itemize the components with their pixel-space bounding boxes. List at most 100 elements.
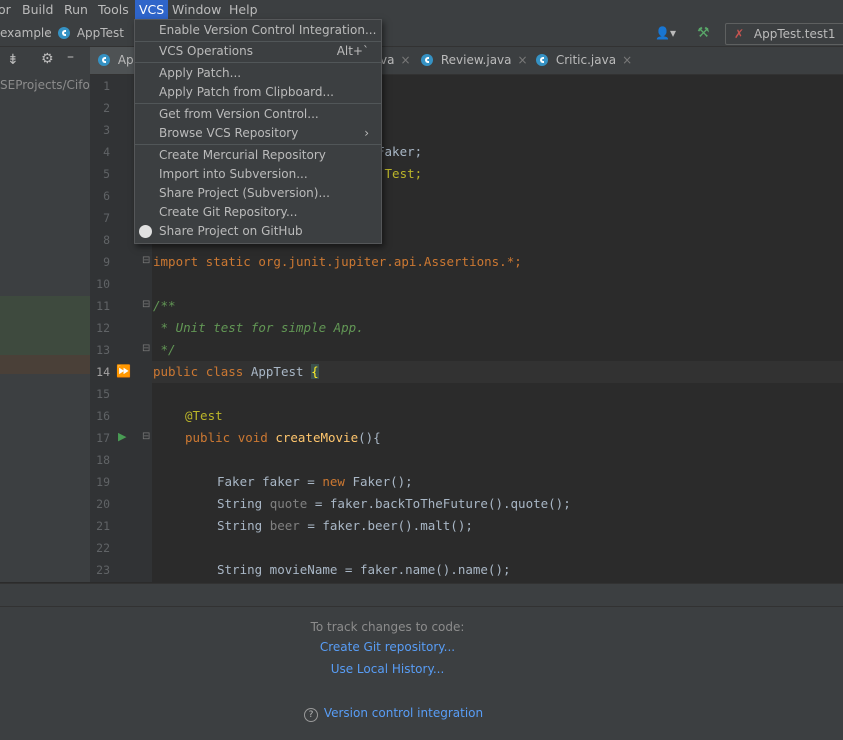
menu-item-create-git[interactable]: Create Git Repository... (135, 203, 381, 222)
java-class-icon (421, 54, 433, 66)
menu-item-share-github[interactable]: Share Project on GitHub (135, 222, 381, 241)
menu-item-enable-vcs[interactable]: Enable Version Control Integration... (135, 21, 381, 40)
code-line-12: * Unit test for simple App. (153, 320, 364, 335)
menu-item-shortcut: Alt+` (336, 44, 369, 58)
run-configuration-label: AppTest.test1 (753, 27, 836, 41)
menu-separator (135, 144, 381, 145)
menu-item-browse-vcs[interactable]: Browse VCS Repository › (135, 124, 381, 143)
fold-icon[interactable]: ⊟ (142, 343, 150, 354)
close-icon[interactable]: × (622, 53, 632, 67)
tab-review[interactable]: Review.java × (421, 47, 528, 74)
line-number: 10 (96, 277, 110, 291)
tree-row-highlight (0, 355, 90, 374)
menu-run[interactable]: Run (60, 0, 92, 20)
menu-item-share-subversion[interactable]: Share Project (Subversion)... (135, 184, 381, 203)
version-control-panel: To track changes to code: Create Git rep… (0, 583, 843, 740)
line-number: 8 (103, 233, 110, 247)
menu-window[interactable]: Window (168, 0, 225, 20)
menu-item-label: Get from Version Control... (159, 107, 319, 121)
breadcrumb-project[interactable]: example (0, 20, 52, 46)
keyword: void (237, 430, 268, 445)
menu-item-label: Create Mercurial Repository (159, 148, 326, 162)
build-hammer-icon[interactable]: ⚒ (697, 20, 710, 46)
line-number: 12 (96, 321, 110, 335)
project-panel: ⇟ ⚙ – SEProjects/Cifo... (0, 47, 90, 582)
menu-build[interactable]: Build (18, 0, 57, 20)
line-number: 15 (96, 387, 110, 401)
fold-icon[interactable]: ⊟ (142, 255, 150, 266)
project-path[interactable]: SEProjects/Cifo... (0, 78, 90, 92)
line-number: 20 (96, 497, 110, 511)
line-number: 7 (103, 211, 110, 225)
run-class-icon[interactable]: ⏩ (116, 364, 131, 378)
submenu-arrow-icon: › (364, 126, 369, 140)
brace: { (311, 364, 319, 379)
menu-item-apply-patch-clipboard[interactable]: Apply Patch from Clipboard... (135, 83, 381, 102)
user-icon[interactable]: 👤▾ (655, 20, 676, 46)
line-number: 5 (103, 167, 110, 181)
collapse-all-icon[interactable]: ⇟ (7, 52, 19, 68)
menu-item-label: Share Project (Subversion)... (159, 186, 330, 200)
menu-item-create-mercurial[interactable]: Create Mercurial Repository (135, 146, 381, 165)
code-text: Faker(); (344, 474, 413, 489)
version-control-integration-link[interactable]: Version control integration (324, 706, 483, 720)
code-import-line: import static org.junit.jupiter.api.Asse… (153, 254, 522, 269)
unused-variable: quote (269, 496, 308, 511)
menu-item-vcs-operations[interactable]: VCS Operations Alt+` (135, 42, 381, 61)
menu-item-label: VCS Operations (159, 44, 253, 58)
line-number: 3 (103, 123, 110, 137)
tab-hidden-java[interactable]: va × (380, 47, 411, 74)
line-number: 18 (96, 453, 110, 467)
unused-variable: beer (269, 518, 300, 533)
use-local-history-link[interactable]: Use Local History... (0, 662, 775, 676)
run-configuration-select[interactable]: ✗ AppTest.test1 (725, 23, 843, 45)
code-line-11: /** (153, 298, 176, 313)
menu-item-get-from-vcs[interactable]: Get from Version Control... (135, 105, 381, 124)
code-line-4: Faker; (377, 144, 423, 159)
line-number: 17 (96, 431, 110, 445)
java-class-icon (536, 54, 548, 66)
code-line-17: public void createMovie(){ (185, 427, 381, 449)
fold-icon[interactable]: ⊟ (142, 431, 150, 442)
tab-critic[interactable]: Critic.java × (536, 47, 632, 74)
menu-tools[interactable]: Tools (94, 0, 133, 20)
fold-icon[interactable]: ⊟ (142, 299, 150, 310)
code-text: Faker faker = (217, 474, 323, 489)
code-text: String (217, 496, 270, 511)
line-number: 23 (96, 563, 110, 577)
panel-header (0, 584, 843, 607)
line-number: 22 (96, 541, 110, 555)
menu-code[interactable]: or (0, 0, 15, 20)
create-git-repository-link[interactable]: Create Git repository... (0, 640, 775, 654)
vcs-help[interactable]: ? Version control integration (304, 706, 483, 722)
close-icon[interactable]: × (518, 53, 528, 67)
menu-item-import-subversion[interactable]: Import into Subversion... (135, 165, 381, 184)
line-number: 9 (103, 255, 110, 269)
menu-vcs[interactable]: VCS (135, 0, 169, 20)
gear-icon[interactable]: ⚙ (41, 51, 54, 67)
code-text: = faker.beer().malt(); (299, 518, 473, 533)
menu-item-label: Enable Version Control Integration... (159, 23, 377, 37)
hide-panel-icon[interactable]: – (67, 49, 74, 65)
class-name: AppTest (250, 364, 304, 379)
breadcrumb-separator-icon: › (46, 26, 51, 40)
line-number: 4 (103, 145, 110, 159)
run-test-icon[interactable]: ▶ (118, 430, 126, 443)
java-class-icon (58, 27, 70, 39)
line-number: 1 (103, 79, 110, 93)
punctuation: (){ (358, 430, 381, 445)
keyword: public (185, 430, 231, 445)
menu-item-label: Apply Patch... (159, 66, 242, 80)
code-line-19: Faker faker = new Faker(); (217, 471, 413, 493)
tree-selection-highlight (0, 296, 90, 356)
code-line-9: import static org.junit.jupiter.api.Asse… (153, 251, 522, 273)
menu-help[interactable]: Help (225, 0, 262, 20)
keyword: class (205, 364, 244, 379)
close-icon[interactable]: × (400, 53, 410, 67)
menu-item-label: Browse VCS Repository (159, 126, 299, 140)
breadcrumb-file[interactable]: AppTest (58, 20, 124, 46)
method-name: createMovie (275, 430, 359, 445)
menu-item-apply-patch[interactable]: Apply Patch... (135, 64, 381, 83)
line-number: 13 (96, 343, 110, 357)
run-config-error-icon: ✗ (734, 27, 745, 41)
